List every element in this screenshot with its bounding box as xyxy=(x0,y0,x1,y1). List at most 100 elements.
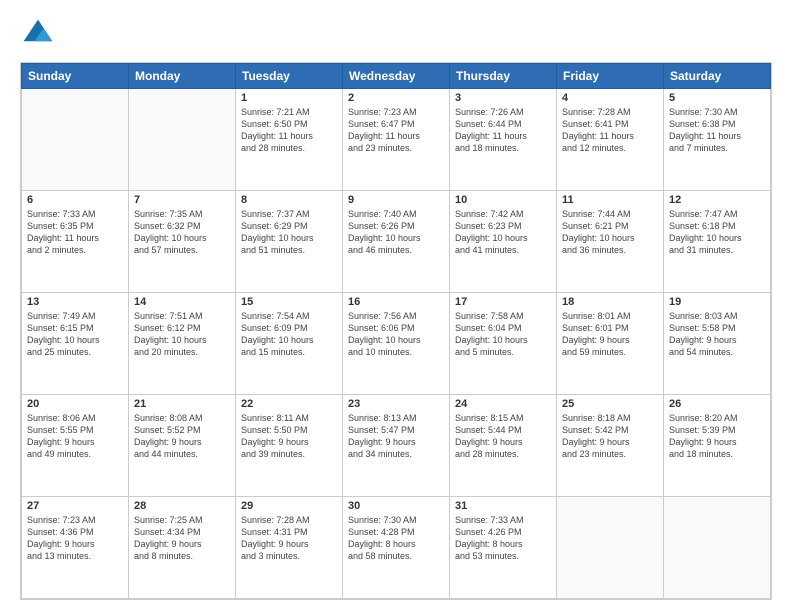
day-info: Sunrise: 7:33 AM Sunset: 6:35 PM Dayligh… xyxy=(27,208,123,257)
calendar-cell: 23 Sunrise: 8:13 AM Sunset: 5:47 PM Dayli… xyxy=(343,395,450,497)
day-info: Sunrise: 8:13 AM Sunset: 5:47 PM Dayligh… xyxy=(348,412,444,461)
calendar-cell: 27 Sunrise: 7:23 AM Sunset: 4:36 PM Dayli… xyxy=(22,497,129,599)
calendar-cell: 25Sunrise: 8:18 AM Sunset: 5:42 PM Dayli… xyxy=(557,395,664,497)
day-info: Sunrise: 7:49 AM Sunset: 6:15 PM Dayligh… xyxy=(27,310,123,359)
calendar-cell: 3Sunrise: 7:26 AM Sunset: 6:44 PM Daylig… xyxy=(450,89,557,191)
weekday-header-saturday: Saturday xyxy=(664,64,771,89)
calendar-cell: 10 Sunrise: 7:42 AM Sunset: 6:23 PM Dayli… xyxy=(450,191,557,293)
calendar-cell: 16Sunrise: 7:56 AM Sunset: 6:06 PM Dayli… xyxy=(343,293,450,395)
day-info: Sunrise: 8:11 AM Sunset: 5:50 PM Dayligh… xyxy=(241,412,337,461)
day-number: 13 xyxy=(27,296,123,308)
day-info: Sunrise: 7:30 AM Sunset: 4:28 PM Dayligh… xyxy=(348,514,444,563)
calendar-body: 1Sunrise: 7:21 AM Sunset: 6:50 PM Daylig… xyxy=(22,89,771,599)
calendar-cell: 9Sunrise: 7:40 AM Sunset: 6:26 PM Daylig… xyxy=(343,191,450,293)
calendar-week-2: 6 Sunrise: 7:33 AM Sunset: 6:35 PM Daylig… xyxy=(22,191,771,293)
day-number: 27 xyxy=(27,500,123,512)
calendar-cell xyxy=(557,497,664,599)
day-info: Sunrise: 7:25 AM Sunset: 4:34 PM Dayligh… xyxy=(134,514,230,563)
day-info: Sunrise: 7:44 AM Sunset: 6:21 PM Dayligh… xyxy=(562,208,658,257)
day-info: Sunrise: 7:30 AM Sunset: 6:38 PM Dayligh… xyxy=(669,106,765,155)
calendar-cell: 22 Sunrise: 8:11 AM Sunset: 5:50 PM Dayli… xyxy=(236,395,343,497)
weekday-header-monday: Monday xyxy=(129,64,236,89)
day-number: 15 xyxy=(241,296,337,308)
calendar-cell: 4 Sunrise: 7:28 AM Sunset: 6:41 PM Daylig… xyxy=(557,89,664,191)
calendar-week-5: 27 Sunrise: 7:23 AM Sunset: 4:36 PM Dayli… xyxy=(22,497,771,599)
header xyxy=(20,16,772,52)
day-number: 11 xyxy=(562,194,658,206)
weekday-row: SundayMondayTuesdayWednesdayThursdayFrid… xyxy=(22,64,771,89)
day-number: 20 xyxy=(27,398,123,410)
day-number: 31 xyxy=(455,500,551,512)
calendar-cell: 30Sunrise: 7:30 AM Sunset: 4:28 PM Dayli… xyxy=(343,497,450,599)
day-info: Sunrise: 7:37 AM Sunset: 6:29 PM Dayligh… xyxy=(241,208,337,257)
day-number: 4 xyxy=(562,92,658,104)
calendar-cell: 17 Sunrise: 7:58 AM Sunset: 6:04 PM Dayli… xyxy=(450,293,557,395)
day-number: 23 xyxy=(348,398,444,410)
day-number: 18 xyxy=(562,296,658,308)
weekday-header-friday: Friday xyxy=(557,64,664,89)
day-number: 21 xyxy=(134,398,230,410)
calendar-week-3: 13 Sunrise: 7:49 AM Sunset: 6:15 PM Dayli… xyxy=(22,293,771,395)
calendar-cell: 13 Sunrise: 7:49 AM Sunset: 6:15 PM Dayli… xyxy=(22,293,129,395)
day-info: Sunrise: 8:08 AM Sunset: 5:52 PM Dayligh… xyxy=(134,412,230,461)
day-number: 24 xyxy=(455,398,551,410)
day-number: 8 xyxy=(241,194,337,206)
day-info: Sunrise: 8:03 AM Sunset: 5:58 PM Dayligh… xyxy=(669,310,765,359)
calendar-header: SundayMondayTuesdayWednesdayThursdayFrid… xyxy=(22,64,771,89)
day-info: Sunrise: 7:28 AM Sunset: 4:31 PM Dayligh… xyxy=(241,514,337,563)
calendar-cell: 5 Sunrise: 7:30 AM Sunset: 6:38 PM Daylig… xyxy=(664,89,771,191)
day-info: Sunrise: 8:15 AM Sunset: 5:44 PM Dayligh… xyxy=(455,412,551,461)
day-number: 14 xyxy=(134,296,230,308)
calendar: SundayMondayTuesdayWednesdayThursdayFrid… xyxy=(20,62,772,600)
calendar-cell: 7Sunrise: 7:35 AM Sunset: 6:32 PM Daylig… xyxy=(129,191,236,293)
day-info: Sunrise: 7:23 AM Sunset: 4:36 PM Dayligh… xyxy=(27,514,123,563)
day-info: Sunrise: 7:23 AM Sunset: 6:47 PM Dayligh… xyxy=(348,106,444,155)
calendar-week-4: 20 Sunrise: 8:06 AM Sunset: 5:55 PM Dayli… xyxy=(22,395,771,497)
day-info: Sunrise: 7:21 AM Sunset: 6:50 PM Dayligh… xyxy=(241,106,337,155)
day-info: Sunrise: 7:58 AM Sunset: 6:04 PM Dayligh… xyxy=(455,310,551,359)
page: SundayMondayTuesdayWednesdayThursdayFrid… xyxy=(0,0,792,612)
day-info: Sunrise: 8:06 AM Sunset: 5:55 PM Dayligh… xyxy=(27,412,123,461)
weekday-header-wednesday: Wednesday xyxy=(343,64,450,89)
day-info: Sunrise: 7:47 AM Sunset: 6:18 PM Dayligh… xyxy=(669,208,765,257)
calendar-cell: 31 Sunrise: 7:33 AM Sunset: 4:26 PM Dayli… xyxy=(450,497,557,599)
calendar-cell: 1Sunrise: 7:21 AM Sunset: 6:50 PM Daylig… xyxy=(236,89,343,191)
calendar-cell: 2Sunrise: 7:23 AM Sunset: 6:47 PM Daylig… xyxy=(343,89,450,191)
calendar-cell xyxy=(22,89,129,191)
day-info: Sunrise: 8:01 AM Sunset: 6:01 PM Dayligh… xyxy=(562,310,658,359)
day-info: Sunrise: 7:54 AM Sunset: 6:09 PM Dayligh… xyxy=(241,310,337,359)
calendar-cell: 21 Sunrise: 8:08 AM Sunset: 5:52 PM Dayli… xyxy=(129,395,236,497)
day-number: 10 xyxy=(455,194,551,206)
calendar-cell: 15 Sunrise: 7:54 AM Sunset: 6:09 PM Dayli… xyxy=(236,293,343,395)
weekday-header-thursday: Thursday xyxy=(450,64,557,89)
day-info: Sunrise: 7:56 AM Sunset: 6:06 PM Dayligh… xyxy=(348,310,444,359)
calendar-cell: 26Sunrise: 8:20 AM Sunset: 5:39 PM Dayli… xyxy=(664,395,771,497)
day-info: Sunrise: 7:35 AM Sunset: 6:32 PM Dayligh… xyxy=(134,208,230,257)
calendar-table: SundayMondayTuesdayWednesdayThursdayFrid… xyxy=(21,63,771,599)
calendar-cell: 14 Sunrise: 7:51 AM Sunset: 6:12 PM Dayli… xyxy=(129,293,236,395)
calendar-cell xyxy=(129,89,236,191)
calendar-cell: 18 Sunrise: 8:01 AM Sunset: 6:01 PM Dayli… xyxy=(557,293,664,395)
weekday-header-tuesday: Tuesday xyxy=(236,64,343,89)
day-info: Sunrise: 7:51 AM Sunset: 6:12 PM Dayligh… xyxy=(134,310,230,359)
day-number: 17 xyxy=(455,296,551,308)
calendar-cell: 28Sunrise: 7:25 AM Sunset: 4:34 PM Dayli… xyxy=(129,497,236,599)
day-number: 29 xyxy=(241,500,337,512)
day-info: Sunrise: 7:33 AM Sunset: 4:26 PM Dayligh… xyxy=(455,514,551,563)
day-info: Sunrise: 7:28 AM Sunset: 6:41 PM Dayligh… xyxy=(562,106,658,155)
day-info: Sunrise: 8:20 AM Sunset: 5:39 PM Dayligh… xyxy=(669,412,765,461)
day-number: 19 xyxy=(669,296,765,308)
calendar-week-1: 1Sunrise: 7:21 AM Sunset: 6:50 PM Daylig… xyxy=(22,89,771,191)
calendar-cell: 11 Sunrise: 7:44 AM Sunset: 6:21 PM Dayli… xyxy=(557,191,664,293)
calendar-cell: 20 Sunrise: 8:06 AM Sunset: 5:55 PM Dayli… xyxy=(22,395,129,497)
day-number: 6 xyxy=(27,194,123,206)
calendar-cell: 12Sunrise: 7:47 AM Sunset: 6:18 PM Dayli… xyxy=(664,191,771,293)
day-info: Sunrise: 7:42 AM Sunset: 6:23 PM Dayligh… xyxy=(455,208,551,257)
day-number: 5 xyxy=(669,92,765,104)
logo-icon xyxy=(20,16,56,52)
calendar-cell: 29 Sunrise: 7:28 AM Sunset: 4:31 PM Dayli… xyxy=(236,497,343,599)
day-number: 3 xyxy=(455,92,551,104)
day-number: 22 xyxy=(241,398,337,410)
day-info: Sunrise: 7:40 AM Sunset: 6:26 PM Dayligh… xyxy=(348,208,444,257)
calendar-cell: 6 Sunrise: 7:33 AM Sunset: 6:35 PM Daylig… xyxy=(22,191,129,293)
